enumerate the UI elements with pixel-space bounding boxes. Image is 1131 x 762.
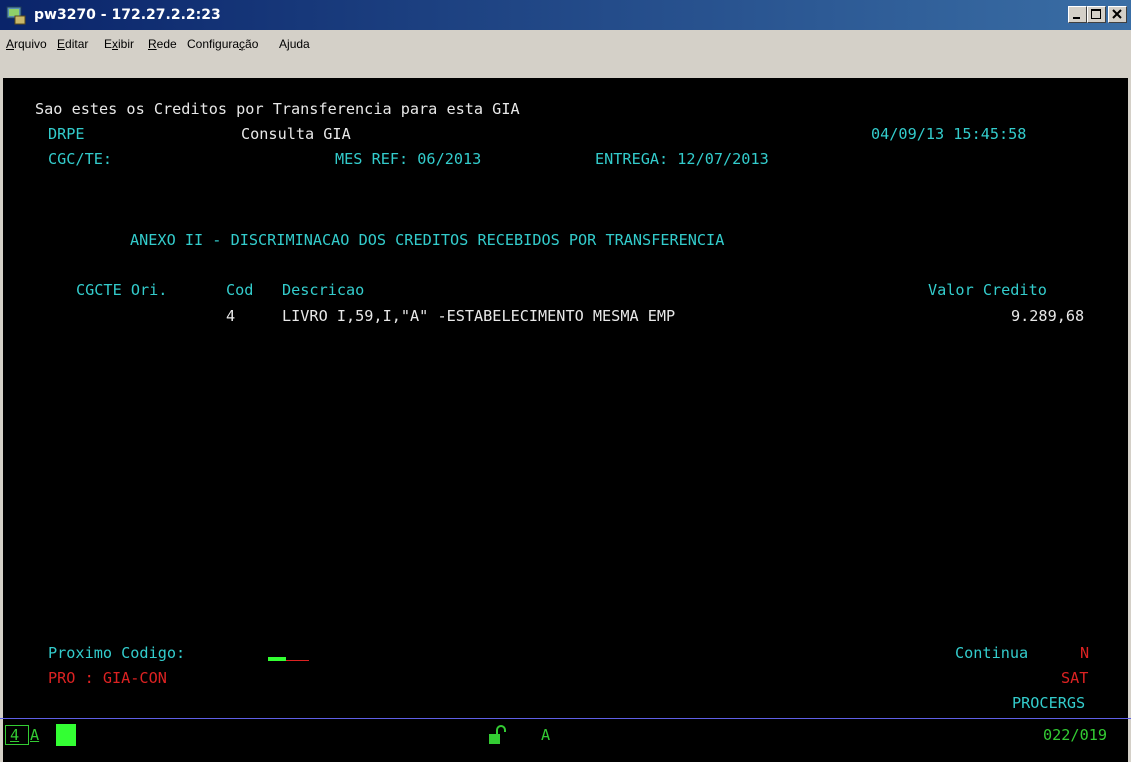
session-number: 4 [10, 726, 20, 744]
keyboard-status-block [56, 724, 76, 746]
cursor-position: 022/019 [1043, 726, 1108, 744]
mes-ref: MES REF: 06/2013 [335, 150, 482, 168]
next-code-label: Proximo Codigo: [48, 644, 186, 662]
toolbar-spacer [0, 54, 1131, 80]
row-description: LIVRO I,59,I,"A" -ESTABELECIMENTO MESMA … [282, 307, 676, 325]
system-name: DRPE [48, 125, 85, 143]
header-origin: CGCTE Ori. [76, 281, 168, 299]
continua-value[interactable]: N [1080, 644, 1089, 662]
datetime: 04/09/13 15:45:58 [871, 125, 1027, 143]
menu-rede[interactable]: Rede [148, 37, 177, 51]
menu-exibir[interactable]: Exibir [104, 37, 134, 51]
screen-title: Consulta GIA [241, 125, 351, 143]
menu-configuracao[interactable]: Configuração [187, 37, 258, 51]
sat-label: SAT [1061, 669, 1089, 687]
row-code: 4 [226, 307, 236, 325]
next-code-input[interactable] [268, 657, 286, 661]
close-button[interactable] [1108, 6, 1127, 23]
continua-label: Continua [955, 644, 1029, 662]
menu-arquivo[interactable]: Arquivo [6, 37, 47, 51]
entrega: ENTREGA: 12/07/2013 [595, 150, 769, 168]
minimize-icon [1073, 17, 1080, 19]
mode-indicator: A [30, 726, 40, 744]
window-title: pw3270 - 172.27.2.2:23 [34, 7, 221, 23]
unlock-icon [489, 725, 506, 744]
intro-text: Sao estes os Creditos por Transferencia … [35, 100, 520, 118]
row-value: 9.289,68 [1011, 307, 1085, 325]
header-description: Descricao [282, 281, 365, 299]
close-icon [1112, 9, 1122, 19]
status-separator [0, 718, 1131, 719]
title-bar[interactable]: pw3270 - 172.27.2.2:23 [0, 0, 1131, 30]
menu-bar: Arquivo Editar Exibir Rede Configuração … [0, 34, 1131, 54]
header-value: Valor Credito [928, 281, 1047, 299]
menu-editar[interactable]: Editar [57, 37, 88, 51]
section-heading: ANEXO II - DISCRIMINACAO DOS CREDITOS RE… [130, 231, 725, 249]
cgc-label: CGC/TE: [48, 150, 113, 168]
procergs-label: PROCERGS [1012, 694, 1086, 712]
menu-ajuda[interactable]: Ajuda [279, 37, 310, 51]
header-code: Cod [226, 281, 254, 299]
input-field-underline [286, 660, 309, 661]
maximize-button[interactable] [1087, 6, 1106, 23]
maximize-icon [1091, 9, 1101, 19]
terminal-app-icon[interactable] [6, 5, 26, 25]
program-name: PRO : GIA-CON [48, 669, 167, 687]
minimize-button[interactable] [1068, 6, 1087, 23]
ssl-mode-indicator: A [541, 726, 551, 744]
